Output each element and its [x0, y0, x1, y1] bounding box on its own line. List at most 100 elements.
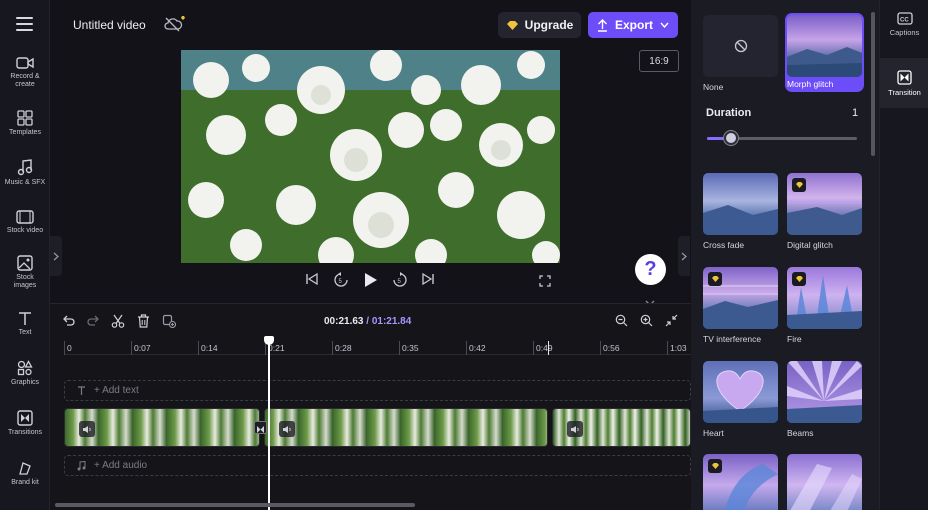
- ruler-label: 0:42: [469, 343, 486, 353]
- transition-card-fire[interactable]: Fire: [787, 267, 862, 344]
- sidebar-item-brand-kit[interactable]: Brand kit: [0, 460, 50, 487]
- svg-text:CC: CC: [900, 18, 909, 24]
- ruler-label: 0:49: [536, 343, 553, 353]
- zoom-in-icon[interactable]: [640, 314, 653, 332]
- collapse-right-panel-button[interactable]: [678, 236, 690, 276]
- upgrade-label: Upgrade: [524, 18, 574, 32]
- sidebar-item-label: Record & create: [10, 73, 40, 88]
- tab-transition[interactable]: Transition: [880, 58, 928, 108]
- svg-text:5: 5: [339, 279, 343, 285]
- tab-captions[interactable]: CC Captions: [880, 12, 928, 37]
- transition-name: Fire: [787, 334, 802, 344]
- duration-value: 1: [852, 107, 859, 119]
- speaker-icon[interactable]: [79, 421, 95, 437]
- speaker-icon[interactable]: [279, 421, 295, 437]
- undo-icon[interactable]: [62, 314, 75, 332]
- chevron-down-icon: [660, 22, 669, 28]
- cloud-sync-icon[interactable]: [163, 15, 189, 38]
- transition-marker-icon[interactable]: [254, 421, 267, 434]
- export-label: Export: [614, 18, 653, 32]
- transition-card-cross-fade[interactable]: Cross fade: [703, 173, 778, 250]
- help-button[interactable]: ?: [635, 254, 666, 285]
- templates-icon: [17, 110, 33, 126]
- sidebar-item-record[interactable]: Record & create: [0, 56, 50, 89]
- transition-card-digital-glitch[interactable]: Digital glitch: [787, 173, 862, 250]
- fullscreen-icon[interactable]: [539, 274, 551, 292]
- image-icon: [17, 255, 33, 271]
- preview-frame-image: [181, 50, 560, 263]
- music-note-icon: [17, 159, 33, 176]
- sidebar-item-label: Stock images: [13, 274, 37, 289]
- sidebar-item-graphics[interactable]: Graphics: [0, 360, 50, 387]
- left-sidebar: Record & create Templates Music & SFX St…: [0, 0, 50, 510]
- sidebar-item-stock-images[interactable]: Stock images: [0, 255, 50, 290]
- clipchamp-editor: Record & create Templates Music & SFX St…: [0, 0, 928, 510]
- zoom-out-icon[interactable]: [615, 314, 628, 332]
- transition-card-none[interactable]: None: [703, 15, 778, 92]
- fit-timeline-icon[interactable]: [665, 314, 678, 332]
- transition-card[interactable]: [703, 454, 778, 510]
- transition-name: Beams: [787, 428, 814, 438]
- add-text-label: + Add text: [94, 385, 139, 396]
- upgrade-button[interactable]: Upgrade: [498, 12, 581, 38]
- sidebar-item-label: Text: [18, 329, 32, 336]
- time-separator: /: [366, 316, 370, 327]
- sidebar-item-templates[interactable]: Templates: [0, 110, 50, 137]
- duplicate-icon[interactable]: [162, 314, 177, 333]
- forward-5s-icon[interactable]: 5: [392, 272, 408, 293]
- aspect-ratio-button[interactable]: 16:9: [639, 50, 679, 72]
- export-button[interactable]: Export: [588, 12, 678, 38]
- sidebar-item-text[interactable]: Text: [0, 311, 50, 337]
- menu-icon[interactable]: [16, 17, 33, 31]
- shapes-icon: [17, 360, 33, 376]
- add-audio-label: + Add audio: [94, 460, 148, 471]
- sidebar-item-label: Brand kit: [11, 479, 39, 486]
- premium-diamond-icon: [792, 178, 806, 192]
- transition-card-tv-interference[interactable]: TV interference: [703, 267, 778, 344]
- ruler-label: 0:14: [201, 343, 218, 353]
- ruler-label: 0:07: [134, 343, 151, 353]
- premium-diamond-icon: [708, 459, 722, 473]
- playhead[interactable]: [268, 338, 270, 510]
- project-title[interactable]: Untitled video: [63, 13, 156, 37]
- video-clip[interactable]: [552, 408, 691, 447]
- speaker-icon[interactable]: [567, 421, 583, 437]
- film-icon: [16, 210, 34, 224]
- skip-forward-icon[interactable]: [421, 272, 435, 291]
- add-text-track[interactable]: + Add text: [64, 380, 691, 401]
- duration-label: Duration: [706, 107, 752, 119]
- premium-diamond-icon: [708, 272, 722, 286]
- no-transition-icon: [734, 39, 747, 53]
- brand-kit-icon: [19, 462, 31, 475]
- duration-slider-handle[interactable]: [724, 131, 738, 145]
- transition-card-beams[interactable]: Beams: [787, 361, 862, 438]
- expand-left-panel-button[interactable]: [50, 236, 62, 276]
- play-icon[interactable]: [363, 272, 378, 293]
- ruler-label: 0: [67, 343, 72, 353]
- skip-back-icon[interactable]: [305, 272, 319, 291]
- tab-label: Transition: [888, 88, 921, 97]
- timeline-scrollbar[interactable]: [55, 503, 415, 507]
- video-preview[interactable]: [181, 50, 560, 263]
- trash-icon[interactable]: [137, 314, 150, 333]
- panel-scrollbar[interactable]: [871, 12, 875, 156]
- sidebar-item-music[interactable]: Music & SFX: [0, 159, 50, 187]
- sidebar-item-transitions[interactable]: Transitions: [0, 410, 50, 437]
- transition-card-morph-glitch[interactable]: Morph glitch: [785, 13, 864, 92]
- add-audio-track[interactable]: + Add audio: [64, 455, 691, 476]
- scissors-icon[interactable]: [111, 314, 125, 333]
- rewind-5s-icon[interactable]: 5: [333, 272, 349, 293]
- sidebar-item-stock-video[interactable]: Stock video: [0, 210, 50, 235]
- text-icon: [78, 385, 85, 395]
- redo-icon[interactable]: [87, 314, 100, 332]
- transition-card-heart[interactable]: Heart: [703, 361, 778, 438]
- music-note-icon: [77, 460, 86, 470]
- video-clip[interactable]: [64, 408, 260, 447]
- sidebar-item-label: Transitions: [8, 429, 42, 436]
- transition-name: Cross fade: [703, 240, 745, 250]
- timeline-ruler[interactable]: 0 0:07 0:14 0:21 0:28 0:35 0:42 0:49 0:5…: [64, 341, 691, 355]
- transitions-icon: [17, 410, 33, 426]
- video-clip[interactable]: [264, 408, 548, 447]
- upload-icon: [597, 18, 607, 32]
- transition-card[interactable]: [787, 454, 862, 510]
